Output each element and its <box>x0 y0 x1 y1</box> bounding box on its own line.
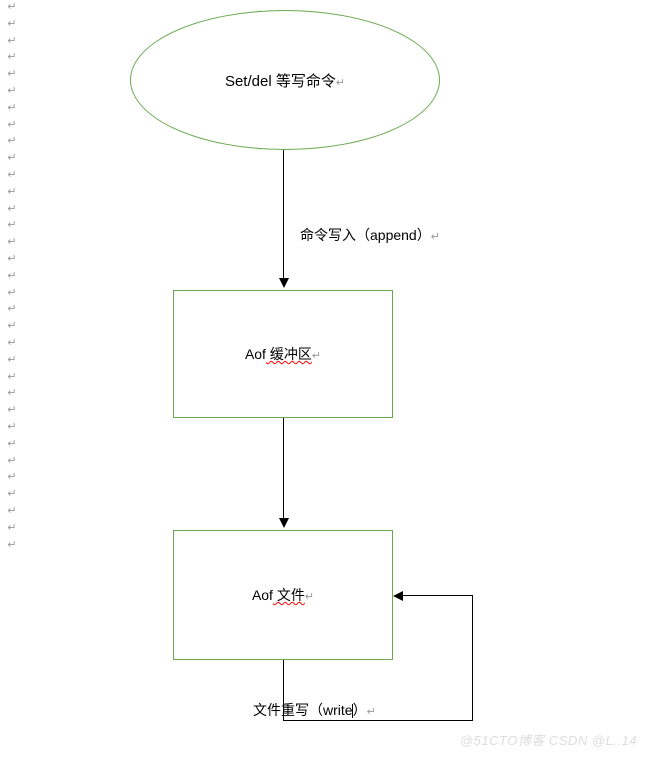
return-mark-icon: ↵ <box>6 540 18 551</box>
return-mark-icon: ↵ <box>6 355 18 366</box>
node-aof-file-label: Aof 文件↵ <box>252 585 314 605</box>
return-mark-icon: ↵ <box>6 439 18 450</box>
loop-seg-left <box>403 595 473 596</box>
return-mark-icon: ↵ <box>6 405 18 416</box>
watermark: @51CTO博客 CSDN @L..14 <box>460 730 637 749</box>
return-mark-icon: ↵ <box>6 254 18 265</box>
label-append: 命令写入（append）↵ <box>300 225 440 245</box>
return-mark-icon: ↵ <box>6 204 18 215</box>
margin-return-marks: ↵ ↵ ↵ ↵ ↵ ↵ ↵ ↵ ↵ ↵ ↵ ↵ ↵ ↵ ↵ ↵ ↵ ↵ ↵ ↵ ↵ ↵ ↵ ↵ ↵ ↵ ↵ ↵ ↵ ↵ ↵ ↵ ↵ <box>6 2 18 551</box>
loop-seg-up <box>472 595 473 721</box>
return-mark-icon: ↵ <box>6 472 18 483</box>
node-commands-ellipse: Set/del 等写命令↵ <box>130 10 440 150</box>
return-mark-icon: ↵ <box>6 489 18 500</box>
return-mark-icon: ↵ <box>6 422 18 433</box>
return-mark-icon: ↵ <box>6 2 18 13</box>
return-mark-icon: ↵ <box>6 372 18 383</box>
node-commands-label: Set/del 等写命令↵ <box>225 70 345 91</box>
arrowhead-loop <box>393 591 403 601</box>
label-rewrite: 文件重写（write）↵ <box>253 700 376 720</box>
return-mark-icon: ↵ <box>6 321 18 332</box>
return-mark-icon: ↵ <box>6 103 18 114</box>
return-mark-icon: ↵ <box>6 52 18 63</box>
return-mark-icon: ↵ <box>6 136 18 147</box>
return-mark-icon: ↵ <box>6 120 18 131</box>
return-mark-icon: ↵ <box>6 237 18 248</box>
return-mark-icon: ↵ <box>6 338 18 349</box>
return-mark-icon: ↵ <box>6 271 18 282</box>
node-aof-buffer-label: Aof 缓冲区↵ <box>245 344 321 364</box>
return-mark-icon: ↵ <box>6 86 18 97</box>
return-mark-icon: ↵ <box>6 304 18 315</box>
arrow-commands-to-buffer <box>283 150 284 280</box>
return-mark-icon: ↵ <box>6 220 18 231</box>
node-aof-buffer: Aof 缓冲区↵ <box>173 290 393 418</box>
return-mark-icon: ↵ <box>6 506 18 517</box>
return-mark-icon: ↵ <box>6 187 18 198</box>
loop-seg-right <box>283 720 473 721</box>
node-aof-file: Aof 文件↵ <box>173 530 393 660</box>
return-mark-icon: ↵ <box>6 523 18 534</box>
return-mark-icon: ↵ <box>6 456 18 467</box>
arrow-buffer-to-file <box>283 418 284 520</box>
return-mark-icon: ↵ <box>6 170 18 181</box>
arrowhead-buffer-to-file <box>279 518 289 528</box>
return-mark-icon: ↵ <box>6 153 18 164</box>
return-mark-icon: ↵ <box>6 69 18 80</box>
return-mark-icon: ↵ <box>6 288 18 299</box>
arrowhead-commands-to-buffer <box>279 278 289 288</box>
return-mark-icon: ↵ <box>6 36 18 47</box>
return-mark-icon: ↵ <box>6 388 18 399</box>
return-mark-icon: ↵ <box>6 19 18 30</box>
